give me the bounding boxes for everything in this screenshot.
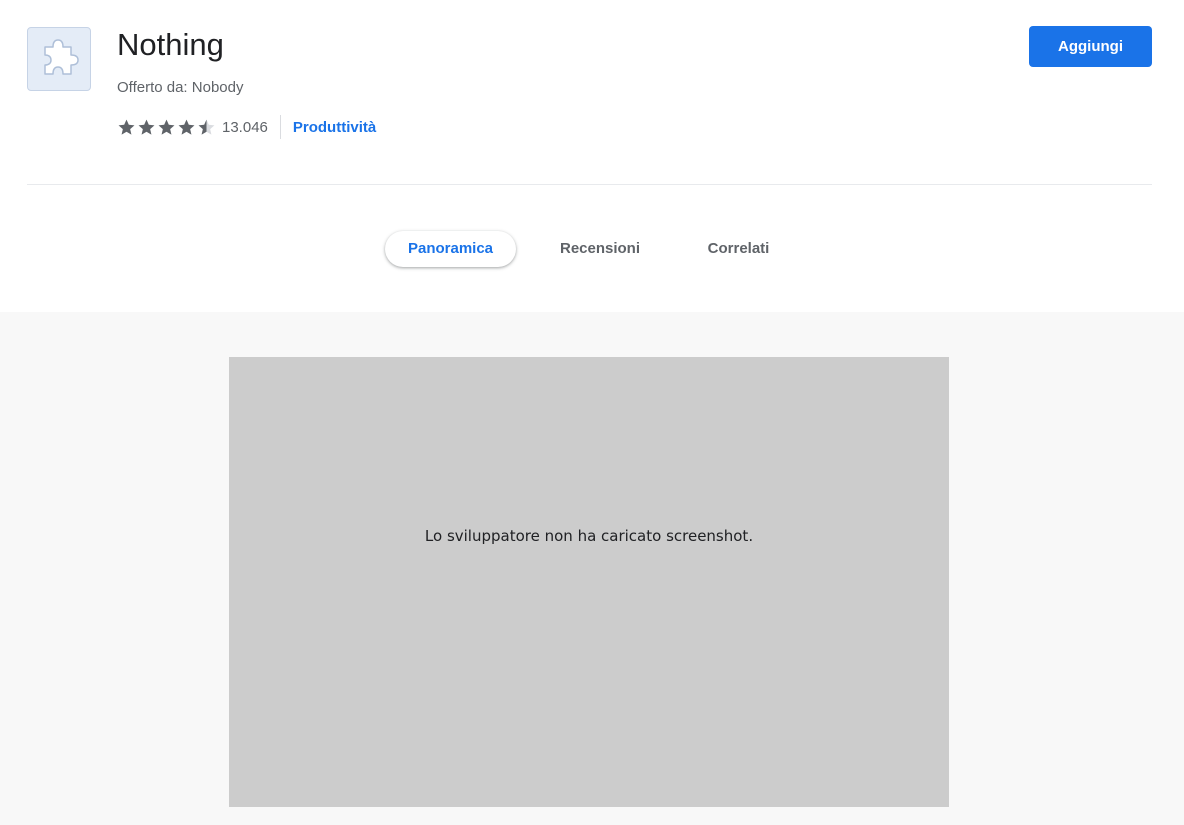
star-full-icon <box>118 119 135 135</box>
extension-icon <box>27 27 91 91</box>
star-full-icon <box>158 119 175 135</box>
rating-row: 13.046 Produttività <box>117 115 376 139</box>
tab-related[interactable]: Correlati <box>690 231 787 267</box>
category-link[interactable]: Produttività <box>293 119 376 136</box>
tab-overview[interactable]: Panoramica <box>385 231 516 267</box>
divider <box>279 115 281 139</box>
offered-by: Offerto da: Nobody <box>117 79 244 96</box>
no-screenshots-message: Lo sviluppatore non ha caricato screensh… <box>424 527 754 545</box>
extension-title: Nothing <box>117 27 224 62</box>
puzzle-piece-icon <box>44 39 79 75</box>
star-full-icon <box>178 119 195 135</box>
star-full-icon <box>138 119 155 135</box>
add-button[interactable]: Aggiungi <box>1029 26 1152 67</box>
tab-reviews[interactable]: Recensioni <box>545 231 655 267</box>
screenshot-placeholder: Lo sviluppatore non ha caricato screensh… <box>229 357 949 807</box>
star-rating[interactable] <box>117 118 216 137</box>
header-divider <box>27 184 1152 185</box>
rating-count[interactable]: 13.046 <box>222 119 268 136</box>
star-half-icon <box>198 119 215 135</box>
